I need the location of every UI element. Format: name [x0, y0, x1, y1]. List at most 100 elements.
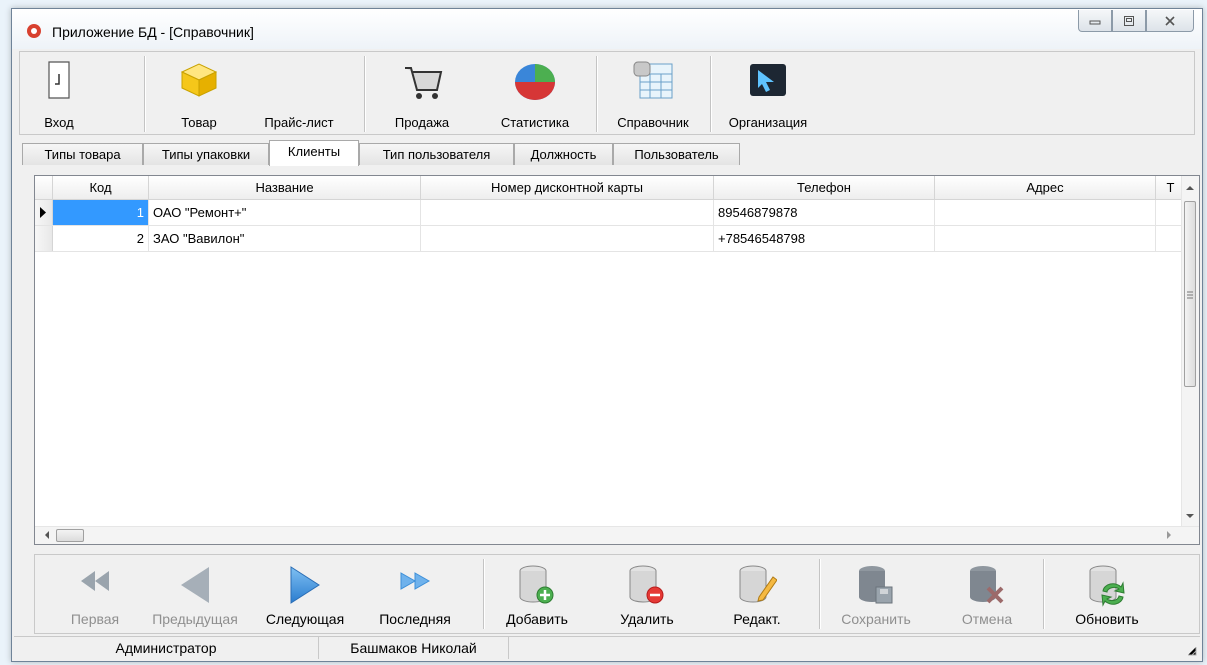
delete-label: Удалить [620, 611, 674, 627]
grip-icon [1187, 291, 1193, 299]
cell-name[interactable]: ЗАО "Вавилон" [149, 226, 421, 251]
horizontal-scrollbar[interactable] [35, 526, 1199, 544]
col-card[interactable]: Номер дисконтной карты [421, 176, 714, 199]
col-address[interactable]: Адрес [935, 176, 1156, 199]
grid-header: Код Название Номер дисконтной карты Теле… [35, 176, 1185, 200]
pricelist-button[interactable]: Прайс-лист [260, 52, 338, 134]
edit-label: Редакт. [733, 611, 781, 627]
delete-button[interactable]: Удалить [607, 555, 687, 633]
stats-label: Статистика [500, 115, 570, 130]
cell-address[interactable] [935, 200, 1156, 225]
vertical-scrollbar[interactable] [1181, 176, 1199, 528]
row-header-corner [35, 176, 53, 199]
app-icon [27, 24, 41, 38]
prev-button[interactable]: Предыдущая [143, 555, 247, 633]
vertical-scroll-thumb[interactable] [1184, 201, 1196, 387]
title-bar: Приложение БД - [Справочник] [12, 9, 1202, 49]
sale-button[interactable]: Продажа [388, 52, 456, 134]
first-label: Первая [70, 611, 120, 627]
minimize-icon [1089, 20, 1101, 24]
stats-button[interactable]: Статистика [485, 52, 585, 134]
scroll-right-icon [1167, 531, 1171, 539]
next-label: Следующая [265, 611, 345, 627]
row-header [35, 226, 53, 251]
table-row[interactable]: 2 ЗАО "Вавилон" +78546548798 [35, 226, 1185, 252]
tab-packaging-types[interactable]: Типы упаковки [143, 143, 269, 165]
tab-position[interactable]: Должность [514, 143, 613, 165]
login-button[interactable]: Вход [30, 52, 88, 134]
refresh-label: Обновить [1075, 611, 1139, 627]
save-button[interactable]: Сохранить [831, 555, 921, 633]
cell-code[interactable]: 2 [53, 226, 149, 251]
reference-label: Справочник [617, 115, 689, 130]
minimize-button[interactable] [1078, 10, 1112, 32]
col-name[interactable]: Название [149, 176, 421, 199]
maximize-button[interactable] [1112, 10, 1146, 32]
main-window: Приложение БД - [Справочник] Вход Товар … [11, 8, 1203, 662]
triangle-right-icon [40, 207, 46, 218]
next-button[interactable]: Следующая [257, 555, 353, 633]
add-button[interactable]: Добавить [497, 555, 577, 633]
cursor-icon [750, 64, 786, 96]
first-button[interactable]: Первая [65, 555, 125, 633]
reference-button[interactable]: Справочник [604, 52, 702, 134]
maximize-icon [1124, 15, 1134, 26]
next-record-icon [290, 566, 320, 604]
edit-button[interactable]: Редакт. [717, 555, 797, 633]
status-bar: Администратор Башмаков Николай [14, 636, 1200, 659]
cancel-button[interactable]: Отмена [951, 555, 1023, 633]
clients-grid[interactable]: Код Название Номер дисконтной карты Теле… [34, 175, 1200, 545]
box-icon [180, 63, 218, 97]
cell-name[interactable]: ОАО "Ремонт+" [149, 200, 421, 225]
tab-goods-types[interactable]: Типы товара [22, 143, 143, 165]
refresh-button[interactable]: Обновить [1059, 555, 1155, 633]
scroll-down-icon [1186, 514, 1194, 518]
pie-chart-icon [515, 64, 555, 100]
navigator-toolbar: Первая Предыдущая Следующая Последняя До… [34, 554, 1200, 634]
db-add-icon [519, 565, 554, 604]
db-delete-icon [629, 565, 664, 604]
db-save-icon [859, 566, 893, 604]
tab-clients[interactable]: Клиенты [269, 140, 359, 166]
cancel-label: Отмена [961, 611, 1013, 627]
window-title: Приложение БД - [Справочник] [52, 24, 254, 40]
prev-label: Предыдущая [152, 611, 238, 627]
add-label: Добавить [506, 611, 568, 627]
cell-code[interactable]: 1 [53, 200, 149, 225]
cell-address[interactable] [935, 226, 1156, 251]
cell-phone[interactable]: +78546548798 [714, 226, 935, 251]
last-label: Последняя [379, 611, 451, 627]
previous-record-icon [181, 567, 209, 603]
login-label: Вход [44, 115, 74, 130]
pricelist-label: Прайс-лист [264, 115, 334, 130]
cell-card[interactable] [421, 226, 714, 251]
resize-grip-icon[interactable] [1186, 645, 1198, 657]
tab-user[interactable]: Пользователь [613, 143, 740, 165]
tab-user-type[interactable]: Тип пользователя [359, 143, 514, 165]
org-label: Организация [728, 115, 808, 130]
cell-card[interactable] [421, 200, 714, 225]
close-button[interactable] [1146, 10, 1194, 32]
last-record-icon [400, 572, 431, 590]
login-icon [48, 61, 70, 99]
scroll-left-icon [45, 531, 49, 539]
sale-label: Продажа [394, 115, 450, 130]
goods-label: Товар [181, 115, 217, 130]
horizontal-scroll-thumb[interactable] [56, 529, 84, 542]
cart-icon [405, 67, 443, 99]
col-phone[interactable]: Телефон [714, 176, 935, 199]
scroll-up-icon [1186, 186, 1194, 190]
status-role: Администратор [14, 637, 319, 659]
save-label: Сохранить [841, 611, 911, 627]
db-cancel-icon [970, 566, 1004, 604]
table-db-icon [633, 61, 673, 99]
col-code[interactable]: Код [53, 176, 149, 199]
goods-button[interactable]: Товар [170, 52, 228, 134]
last-button[interactable]: Последняя [365, 555, 465, 633]
current-row-indicator [35, 200, 53, 225]
status-user: Башмаков Николай [319, 637, 509, 659]
cell-phone[interactable]: 89546879878 [714, 200, 935, 225]
first-record-icon [81, 571, 109, 591]
table-row[interactable]: 1 ОАО "Ремонт+" 89546879878 [35, 200, 1185, 226]
org-button[interactable]: Организация [716, 52, 820, 134]
